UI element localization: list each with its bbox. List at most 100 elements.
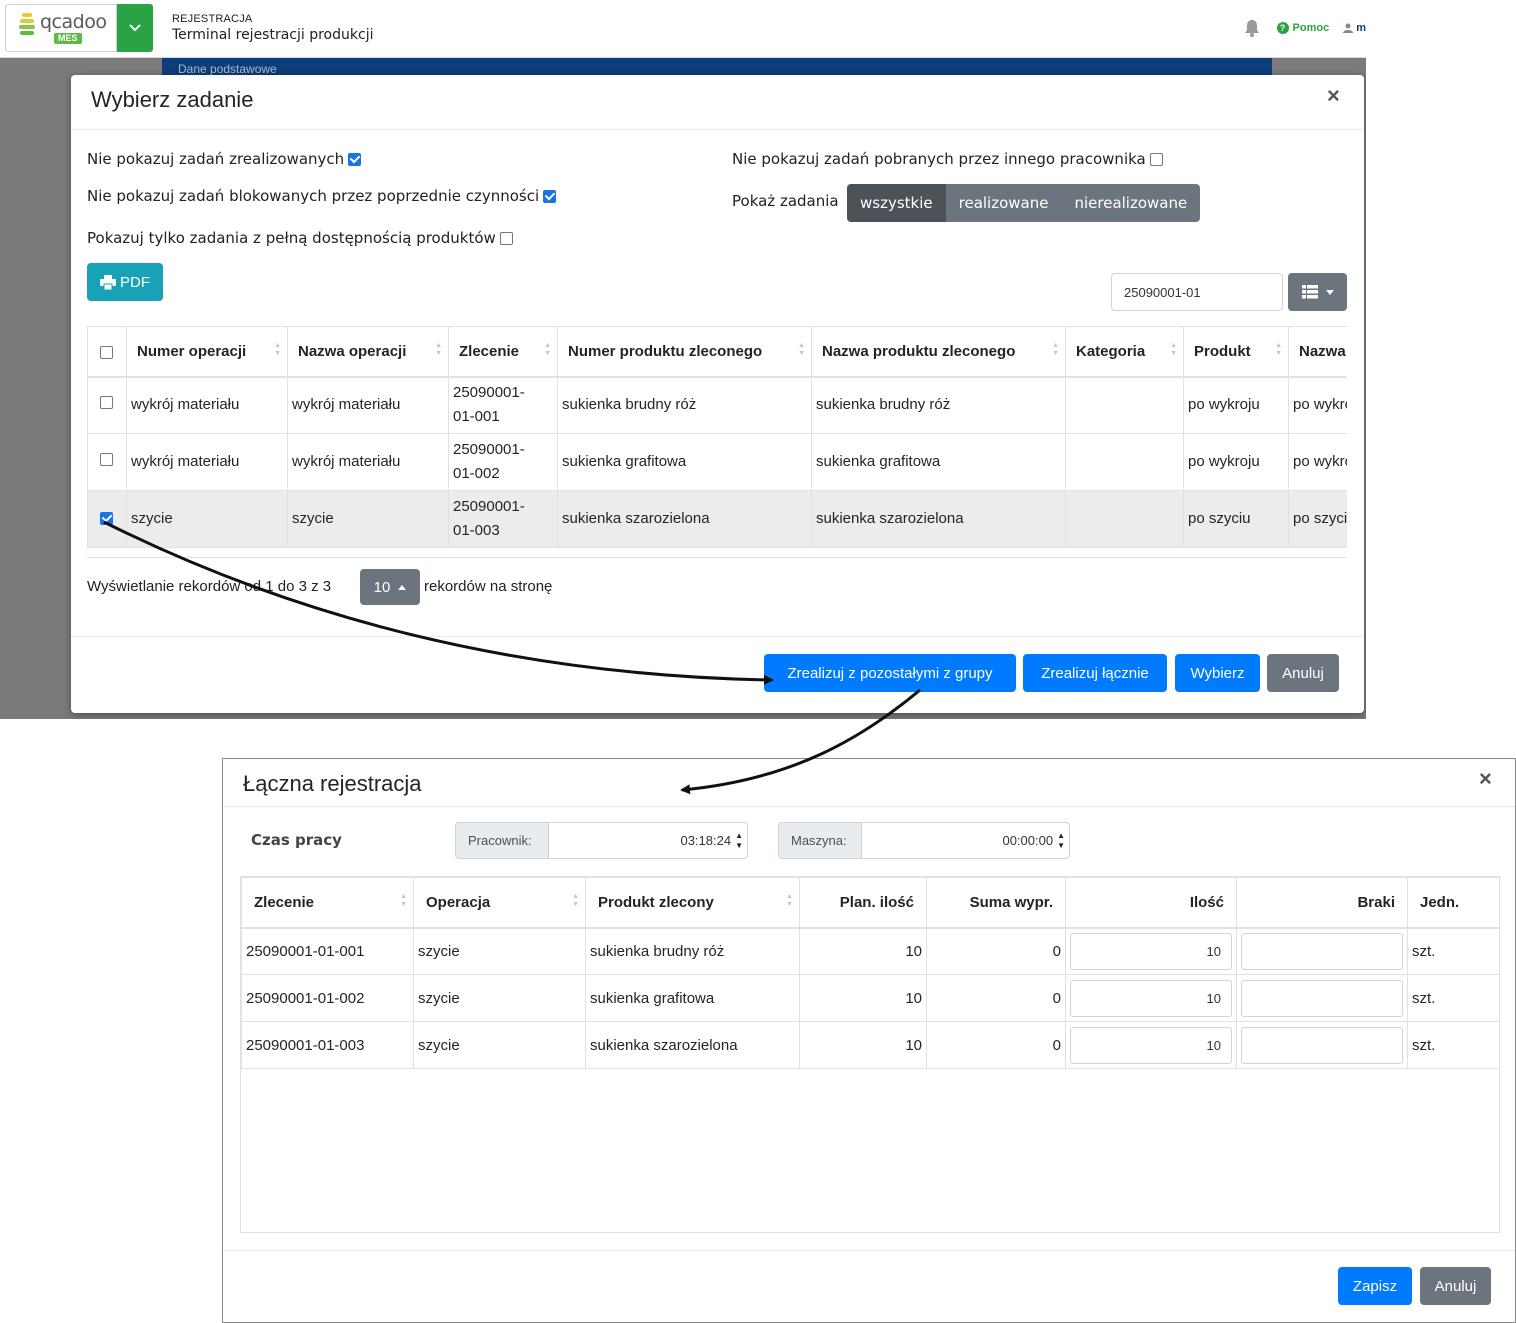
- pager-suffix: rekordów na stronę: [424, 578, 553, 595]
- realize-together-button[interactable]: Zrealizuj łącznie: [1023, 654, 1167, 692]
- hide-taken-checkbox[interactable]: [1149, 152, 1163, 166]
- produced-cell: 0: [926, 927, 1066, 975]
- hide-completed-checkbox[interactable]: [348, 152, 362, 166]
- hide-blocked-checkbox[interactable]: [543, 189, 557, 203]
- choose-button[interactable]: Wybierz: [1175, 654, 1260, 692]
- table-cell: [1065, 376, 1184, 434]
- waste-input[interactable]: [1241, 1026, 1403, 1064]
- realize-with-group-button[interactable]: Zrealizuj z pozostałymi z grupy: [764, 654, 1016, 692]
- table-cell: sukienka grafitowa: [557, 433, 812, 491]
- caret-down-icon: [1325, 289, 1334, 295]
- table-cell: po wykroju: [1288, 376, 1347, 434]
- column-header[interactable]: Produkt zlecony: [585, 877, 800, 929]
- user-menu[interactable]: m: [1343, 22, 1366, 34]
- quantity-input[interactable]: 10: [1070, 979, 1232, 1017]
- table-cell: sukienka brudny róż: [811, 376, 1066, 434]
- waste-input[interactable]: [1241, 979, 1403, 1017]
- column-header: Braki: [1236, 877, 1408, 929]
- page-size-value: 10: [373, 578, 391, 596]
- caret-up-icon: [398, 584, 407, 590]
- show-tasks-all[interactable]: wszystkie: [847, 184, 946, 222]
- row-checkbox-cell: [87, 490, 127, 548]
- quantity-cell: 10: [1065, 974, 1237, 1022]
- quantity-input[interactable]: 10: [1070, 1026, 1232, 1064]
- column-header[interactable]: Zlecenie: [241, 877, 414, 929]
- chevron-down-icon: [129, 24, 141, 32]
- spinner-icon[interactable]: ▲ ▼: [1057, 831, 1065, 851]
- spinner-icon[interactable]: ▲ ▼: [735, 831, 743, 851]
- worker-time-group: Pracownik: 03:18:24 ▲ ▼: [455, 822, 748, 859]
- modal-footer: Zapisz Anuluj: [223, 1250, 1515, 1323]
- column-header[interactable]: Numer operacji: [126, 326, 288, 378]
- column-header[interactable]: Operacja: [413, 877, 586, 929]
- worker-time-input[interactable]: 03:18:24 ▲ ▼: [549, 822, 748, 859]
- planned-cell: 10: [799, 1021, 927, 1069]
- quantity-input[interactable]: 10: [1070, 932, 1232, 970]
- planned-cell: 10: [799, 927, 927, 975]
- close-icon[interactable]: ×: [1479, 768, 1492, 790]
- option-label: Nie pokazuj zadań zrealizowanych: [87, 150, 345, 168]
- option-hide-blocked[interactable]: Nie pokazuj zadań blokowanych przez popr…: [87, 187, 557, 205]
- pdf-button[interactable]: PDF: [87, 263, 163, 301]
- unit-cell: szt.: [1407, 974, 1499, 1022]
- select-all-checkbox[interactable]: [100, 345, 113, 359]
- option-label: Nie pokazuj zadań blokowanych przez popr…: [87, 187, 540, 205]
- column-header[interactable]: Produkt: [1183, 326, 1289, 378]
- show-tasks-in-progress[interactable]: realizowane: [945, 184, 1062, 222]
- modal-title: Łączna rejestracja: [243, 771, 422, 796]
- table-cell: sukienka grafitowa: [811, 433, 1066, 491]
- column-header[interactable]: Numer produktu zleconego: [557, 326, 812, 378]
- table-cell: wykrój materiału: [126, 433, 288, 491]
- table-cell: po szyciu: [1183, 490, 1289, 548]
- machine-time-input[interactable]: 00:00:00 ▲ ▼: [862, 822, 1070, 859]
- show-tasks-not-started[interactable]: nierealizowane: [1061, 184, 1201, 222]
- full-availability-checkbox[interactable]: [499, 231, 513, 245]
- bell-icon[interactable]: [1243, 18, 1261, 38]
- table-cell: [1065, 433, 1184, 491]
- close-icon[interactable]: ×: [1327, 85, 1340, 107]
- produced-cell: 0: [926, 1021, 1066, 1069]
- show-tasks-toggle: wszystkie realizowane nierealizowane: [847, 184, 1201, 222]
- column-header[interactable]: Nazwa: [1288, 326, 1347, 378]
- quantity-cell: 10: [1065, 1021, 1237, 1069]
- table-row[interactable]: wykrój materiału wykrój materiału 250900…: [87, 433, 1347, 491]
- cancel-button[interactable]: Anuluj: [1267, 654, 1339, 692]
- registration-table: Zlecenie Operacja Produkt zlecony Plan. …: [240, 876, 1500, 1233]
- page-size-select[interactable]: 10: [360, 569, 420, 605]
- help-link[interactable]: ? Pomoc: [1276, 22, 1329, 34]
- row-checkbox[interactable]: [100, 512, 113, 525]
- column-header[interactable]: Nazwa operacji: [287, 326, 449, 378]
- background-panel-header: [162, 58, 1272, 76]
- logo-text: qcadoo: [40, 11, 107, 33]
- menu-dropdown-button[interactable]: [117, 4, 153, 52]
- column-header[interactable]: Nazwa produktu zleconego: [811, 326, 1066, 378]
- search-input[interactable]: 25090001-01: [1111, 273, 1283, 311]
- option-hide-completed[interactable]: Nie pokazuj zadań zrealizowanych: [87, 150, 362, 168]
- pdf-label: PDF: [120, 273, 150, 291]
- table-cell: po wykroju: [1183, 376, 1289, 434]
- row-checkbox[interactable]: [100, 453, 113, 466]
- table-cell: po szyciu: [1288, 490, 1347, 548]
- option-full-availability[interactable]: Pokazuj tylko zadania z pełną dostępnośc…: [87, 229, 513, 247]
- table-header-row: Numer operacji Nazwa operacji Zlecenie N…: [87, 326, 1347, 378]
- cancel-button[interactable]: Anuluj: [1420, 1267, 1491, 1305]
- table-cell: sukienka brudny róż: [557, 376, 812, 434]
- column-header[interactable]: Kategoria: [1065, 326, 1184, 378]
- table-cell: sukienka szarozielona: [557, 490, 812, 548]
- table-row: 25090001-01-003 szycie sukienka szarozie…: [241, 1021, 1499, 1069]
- columns-view-button[interactable]: [1288, 273, 1347, 311]
- table-row-selected[interactable]: szycie szycie 25090001-01-003 sukienka s…: [87, 490, 1347, 548]
- option-hide-taken[interactable]: Nie pokazuj zadań pobranych przez innego…: [732, 150, 1163, 168]
- tasks-table: Numer operacji Nazwa operacji Zlecenie N…: [87, 326, 1347, 558]
- user-label: m: [1356, 22, 1366, 34]
- logo[interactable]: qcadoo MES: [5, 4, 117, 52]
- table-cell: 25090001-01-002: [448, 433, 558, 491]
- save-button[interactable]: Zapisz: [1338, 1267, 1412, 1305]
- row-checkbox[interactable]: [100, 396, 113, 410]
- column-header[interactable]: Zlecenie: [448, 326, 558, 378]
- waste-input[interactable]: [1241, 932, 1403, 970]
- waste-cell: [1236, 1021, 1408, 1069]
- column-header: Plan. ilość: [799, 877, 927, 929]
- unit-cell: szt.: [1407, 1021, 1499, 1069]
- table-row[interactable]: wykrój materiału wykrój materiału 250900…: [87, 376, 1347, 434]
